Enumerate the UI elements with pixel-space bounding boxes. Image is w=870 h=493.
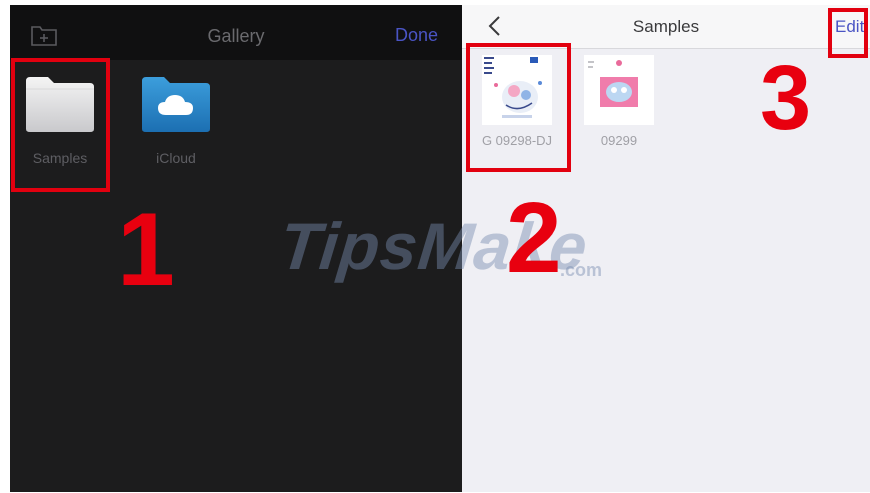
icloud-folder-icon	[142, 77, 210, 132]
thumbnail-image	[584, 55, 654, 125]
step-1-number: 1	[117, 192, 175, 308]
samples-title: Samples	[632, 17, 700, 36]
step-1-highlight	[11, 58, 110, 192]
file-label: 09299	[600, 133, 638, 148]
folder-label: iCloud	[156, 150, 196, 166]
step-2-number: 2	[506, 182, 562, 294]
step-2-highlight	[466, 43, 571, 172]
design-preview-icon	[584, 55, 654, 125]
file-thumbnail[interactable]: 09299	[574, 55, 664, 155]
done-button[interactable]: Done	[395, 25, 438, 46]
folder-icloud[interactable]: iCloud	[134, 75, 218, 175]
step-3-highlight	[828, 8, 868, 58]
watermark-suffix: .com	[560, 260, 603, 280]
step-3-number: 3	[760, 47, 812, 149]
gallery-toolbar: Gallery Done	[10, 5, 462, 60]
